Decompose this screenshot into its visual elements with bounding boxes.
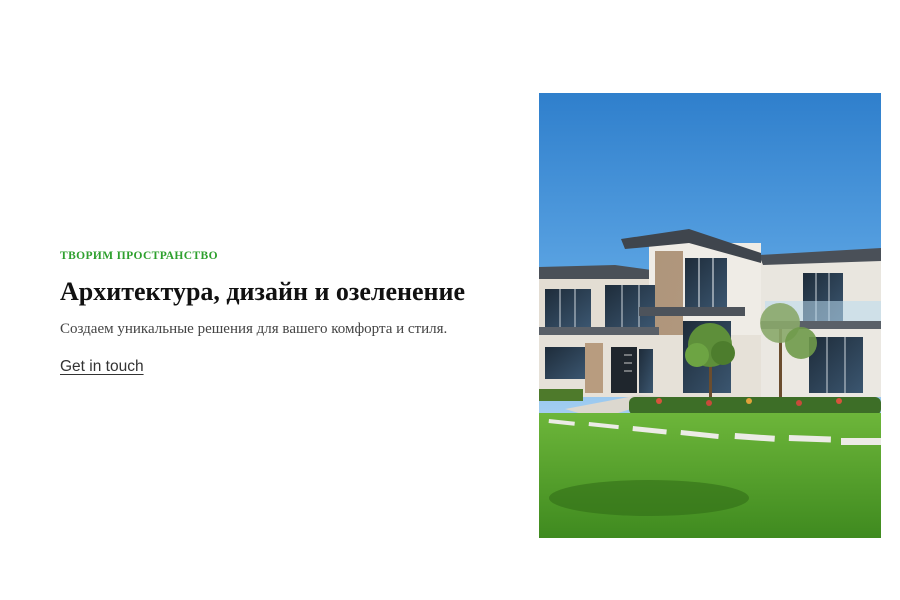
modern-house-photo: [539, 93, 881, 538]
hero-eyebrow: ТВОРИМ ПРОСТРАНСТВО: [60, 250, 218, 262]
hero-text-block: ТВОРИМ ПРОСТРАНСТВО Архитектура, дизайн …: [60, 248, 500, 376]
hero-headline: Архитектура, дизайн и озеленение: [60, 277, 466, 307]
page: ТВОРИМ ПРОСТРАНСТВО Архитектура, дизайн …: [0, 0, 900, 600]
hero-subtitle: Создаем уникальные решения для вашего ко…: [60, 321, 448, 338]
get-in-touch-link[interactable]: Get in touch: [60, 358, 144, 376]
